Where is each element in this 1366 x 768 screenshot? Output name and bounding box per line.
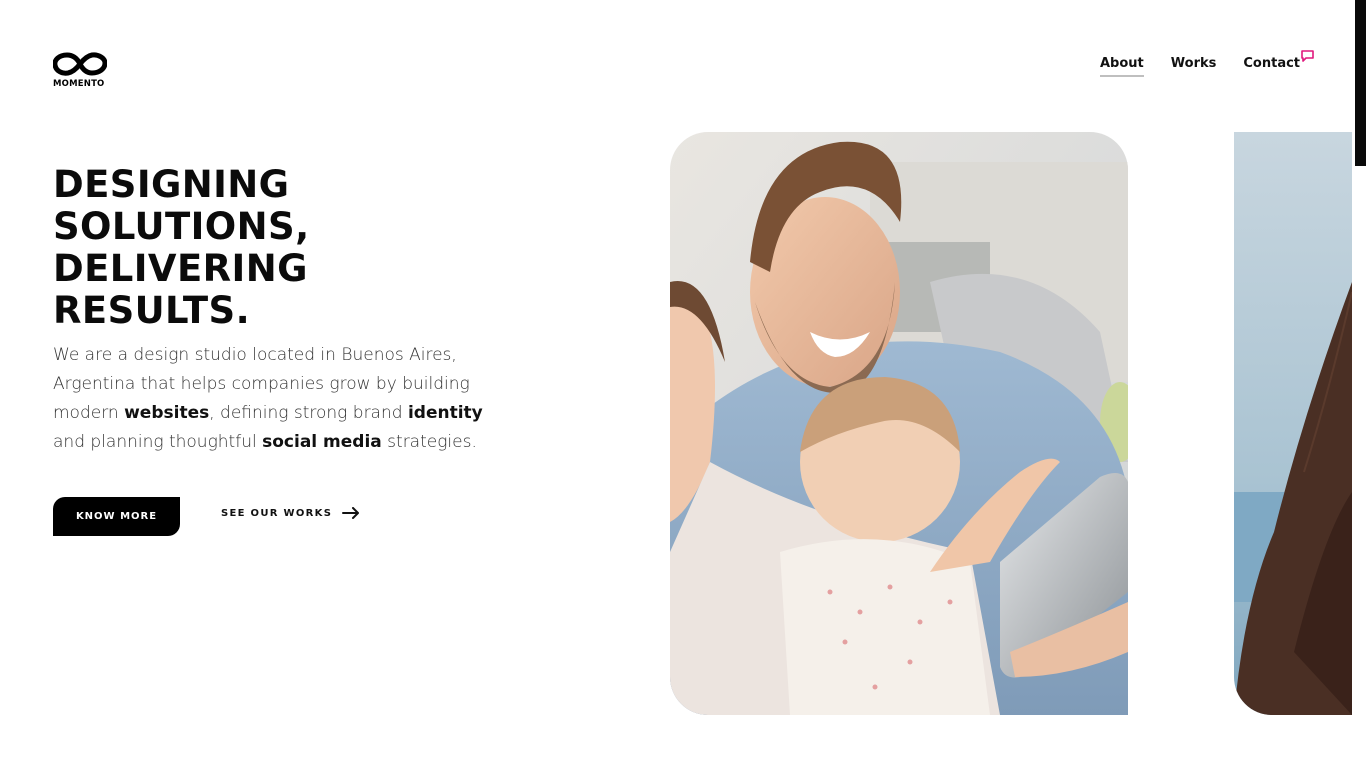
brand-logo[interactable]: MOMENTO bbox=[53, 52, 109, 89]
know-more-button[interactable]: KNOW MORE bbox=[53, 497, 180, 536]
side-photo-woman bbox=[1234, 132, 1352, 715]
headline-line: DESIGNING bbox=[53, 163, 290, 206]
nav-about[interactable]: About bbox=[1100, 56, 1144, 77]
page: MOMENTO About Works Contact DESIGNING SO… bbox=[0, 0, 1366, 768]
intro-social-media: social media bbox=[262, 432, 382, 452]
see-our-works-label: SEE OUR WORKS bbox=[221, 507, 333, 519]
chat-bubble-icon bbox=[1301, 50, 1314, 62]
intro-text: strategies. bbox=[381, 432, 477, 452]
hero-intro: We are a design studio located in Buenos… bbox=[53, 341, 503, 457]
intro-text: and planning thoughtful bbox=[53, 432, 263, 452]
headline-line: RESULTS. bbox=[53, 289, 251, 332]
scrollbar-thumb[interactable] bbox=[1355, 0, 1366, 166]
see-our-works-link[interactable]: SEE OUR WORKS bbox=[221, 507, 360, 519]
headline-line: DELIVERING bbox=[53, 247, 308, 290]
main-nav: About Works Contact bbox=[1100, 50, 1314, 77]
headline-line: SOLUTIONS, bbox=[53, 205, 310, 248]
intro-websites: websites bbox=[124, 403, 210, 423]
hero-photo-family bbox=[670, 132, 1128, 715]
hero-headline: DESIGNING SOLUTIONS, DELIVERING RESULTS. bbox=[53, 164, 310, 332]
intro-text: , defining strong brand bbox=[209, 403, 408, 423]
nav-works[interactable]: Works bbox=[1171, 56, 1217, 77]
brand-name: MOMENTO bbox=[53, 79, 105, 89]
infinity-logo-icon bbox=[53, 52, 107, 76]
page-scrollbar[interactable] bbox=[1352, 0, 1366, 768]
arrow-right-icon bbox=[342, 507, 360, 519]
intro-identity: identity bbox=[407, 403, 483, 423]
nav-contact[interactable]: Contact bbox=[1243, 50, 1314, 77]
nav-contact-label: Contact bbox=[1243, 56, 1301, 71]
